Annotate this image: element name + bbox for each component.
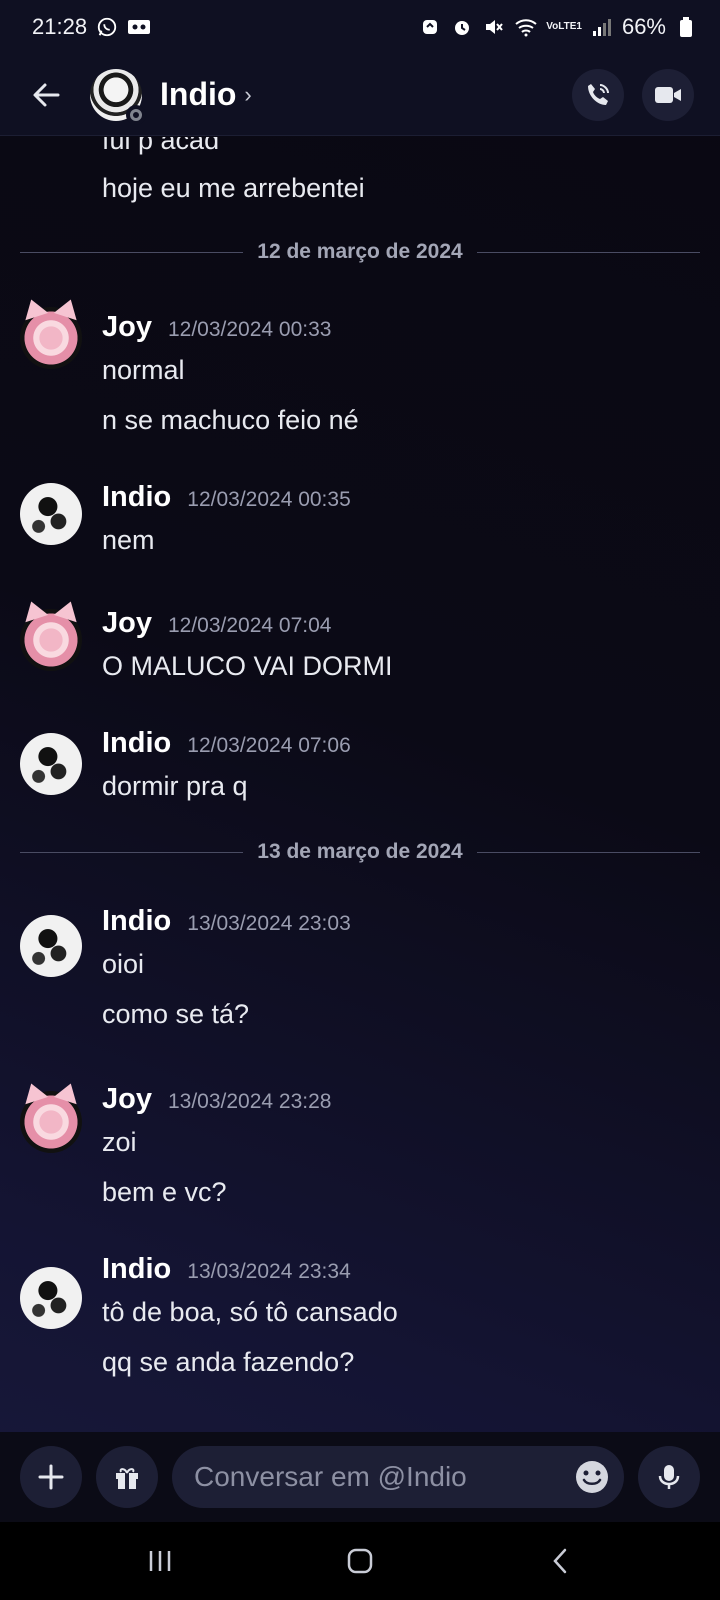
emoji-button[interactable]: [574, 1459, 610, 1495]
message-text: como se tá?: [102, 999, 250, 1029]
message-text: fui p acad: [102, 137, 220, 155]
message-text: nem: [102, 525, 155, 555]
message-text: tô de boa, só tô cansado: [102, 1297, 398, 1327]
gift-icon: [116, 1468, 138, 1489]
message-timestamp: 12/03/2024 07:06: [187, 734, 351, 757]
message-input[interactable]: [194, 1461, 574, 1493]
message-timestamp: 12/03/2024 00:33: [167, 318, 332, 341]
recent-apps-icon: [149, 1551, 171, 1571]
phone-call-icon: [588, 83, 609, 105]
date-divider-label: 13 de março de 2024: [257, 840, 463, 863]
message-timestamp: 13/03/2024 23:34: [187, 1260, 351, 1283]
message-text: O MALUCO VAI DORMI: [102, 651, 393, 681]
signal-icon: [590, 15, 614, 39]
contact-avatar[interactable]: [90, 68, 146, 125]
date-divider: 12 de março de 2024: [20, 237, 700, 267]
message-text: bem e vc?: [102, 1177, 227, 1207]
message-author[interactable]: Joy: [102, 311, 152, 344]
system-nav-bar: [0, 1522, 720, 1600]
message-author[interactable]: Joy: [102, 1083, 152, 1116]
avatar[interactable]: [20, 483, 82, 545]
composer-bar: [0, 1432, 720, 1522]
avatar[interactable]: [20, 1267, 82, 1329]
avatar[interactable]: [20, 1091, 82, 1153]
message-timestamp: 12/03/2024 07:04: [167, 614, 332, 637]
plus-icon: [38, 1464, 64, 1490]
battery-icon: [674, 15, 698, 39]
message-author[interactable]: Indio: [102, 481, 171, 514]
voice-message-button[interactable]: [638, 1446, 700, 1508]
whatsapp-icon: [95, 15, 119, 39]
video-camera-icon: [655, 86, 681, 103]
message-header: Indio 13/03/2024 23:34: [102, 1253, 351, 1286]
recycle-icon: [418, 15, 442, 39]
mute-icon: [482, 15, 506, 39]
avatar[interactable]: [20, 915, 82, 977]
message-header: Indio 12/03/2024 00:35: [102, 481, 351, 514]
voicemail-icon: [127, 15, 151, 39]
message-header: Joy 12/03/2024 07:04: [102, 607, 331, 640]
back-button[interactable]: [28, 77, 64, 113]
message-header: Indio 13/03/2024 23:03: [102, 905, 351, 938]
message-input-wrapper: [172, 1446, 624, 1508]
home-icon: [347, 1548, 373, 1574]
nav-back-button[interactable]: [530, 1531, 590, 1591]
recent-apps-button[interactable]: [130, 1531, 190, 1591]
message-header: Joy 13/03/2024 23:28: [102, 1083, 331, 1116]
message-text: hoje eu me arrebentei: [102, 173, 365, 203]
message-text: zoi: [102, 1127, 137, 1157]
avatar[interactable]: [20, 307, 82, 369]
avatar[interactable]: [20, 733, 82, 795]
message-author[interactable]: Joy: [102, 607, 152, 640]
emoji-icon: [576, 1461, 608, 1493]
message-timestamp: 13/03/2024 23:03: [187, 912, 351, 935]
message-timestamp: 13/03/2024 23:28: [167, 1090, 332, 1113]
status-time: 21:28: [32, 14, 88, 39]
avatar[interactable]: [20, 609, 82, 671]
offline-status-icon: [126, 104, 146, 125]
date-divider: 13 de março de 2024: [20, 837, 700, 867]
chevron-left-icon: [553, 1548, 567, 1574]
contact-name[interactable]: Indio: [160, 76, 236, 113]
voice-call-button[interactable]: [572, 68, 624, 121]
gift-button[interactable]: [96, 1446, 158, 1508]
status-bar: 21:28 VoLTE1 66%: [0, 0, 720, 54]
attach-button[interactable]: [20, 1446, 82, 1508]
message-author[interactable]: Indio: [102, 727, 171, 760]
message-text: dormir pra q: [102, 771, 248, 801]
microphone-icon: [658, 1465, 680, 1489]
arrow-left-icon: [33, 83, 60, 106]
message-list[interactable]: fui p acad hoje eu me arrebentei 12 de m…: [0, 137, 720, 1432]
message-timestamp: 12/03/2024 00:35: [187, 488, 351, 511]
message-author[interactable]: Indio: [102, 1253, 171, 1286]
chat-header: Indio ›: [0, 54, 720, 136]
message-author[interactable]: Indio: [102, 905, 171, 938]
message-header: Joy 12/03/2024 00:33: [102, 311, 331, 344]
wifi-icon: [514, 15, 538, 39]
home-button[interactable]: [330, 1531, 390, 1591]
chevron-right-icon[interactable]: ›: [244, 82, 251, 108]
volte-label: VoLTE1: [546, 21, 582, 32]
video-call-button[interactable]: [642, 68, 694, 121]
alarm-icon: [450, 15, 474, 39]
message-text: normal: [102, 355, 185, 385]
message-header: Indio 12/03/2024 07:06: [102, 727, 351, 760]
message-text: qq se anda fazendo?: [102, 1347, 355, 1377]
date-divider-label: 12 de março de 2024: [257, 240, 463, 263]
battery-percent: 66%: [621, 14, 666, 39]
message-text: oioi: [102, 949, 145, 979]
message-text: n se machuco feio né: [102, 405, 359, 435]
